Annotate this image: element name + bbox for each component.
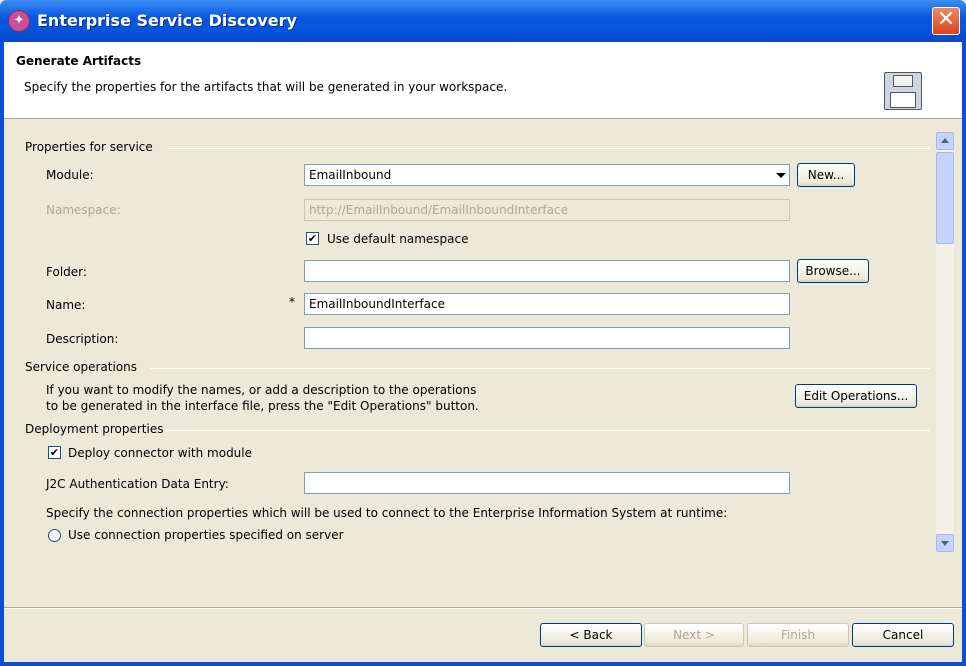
next-button[interactable]: Next > — [644, 623, 744, 647]
window-title: Enterprise Service Discovery — [37, 11, 297, 30]
section-title-deployment: Deployment properties — [25, 422, 164, 436]
use-server-props-label: Use connection properties specified on s… — [68, 528, 344, 542]
edit-operations-button[interactable]: Edit Operations... — [795, 384, 917, 408]
back-button[interactable]: < Back — [540, 623, 642, 647]
deploy-connector-checkbox[interactable]: ✔ — [48, 446, 61, 459]
name-label: Name: — [46, 298, 86, 312]
browse-button[interactable]: Browse... — [797, 259, 869, 283]
use-server-props-radio[interactable] — [48, 529, 61, 542]
section-divider — [168, 148, 930, 149]
use-default-namespace-label: Use default namespace — [327, 232, 469, 246]
footer-divider — [4, 607, 962, 609]
chevron-down-icon[interactable] — [770, 166, 788, 184]
module-label: Module: — [46, 168, 94, 182]
folder-input[interactable] — [304, 260, 790, 282]
scroll-up-button[interactable] — [936, 132, 954, 150]
wizard-content: Properties for service Module: EmailInbo… — [4, 120, 962, 600]
title-bar: ✦ Enterprise Service Discovery ✕ — [0, 0, 966, 42]
new-module-button[interactable]: New... — [797, 163, 855, 187]
close-button[interactable]: ✕ — [932, 7, 960, 35]
page-description: Specify the properties for the artifacts… — [24, 80, 508, 94]
section-title-properties: Properties for service — [25, 140, 153, 154]
deploy-connector-label: Deploy connector with module — [68, 446, 253, 460]
section-divider — [150, 368, 930, 369]
folder-label: Folder: — [46, 265, 87, 279]
wizard-header: Generate Artifacts Specify the propertie… — [4, 42, 962, 119]
required-marker: * — [289, 295, 295, 309]
j2c-label: J2C Authentication Data Entry: — [46, 477, 229, 491]
scroll-down-button[interactable] — [936, 534, 954, 552]
namespace-label: Namespace: — [46, 203, 121, 217]
section-title-service-operations: Service operations — [25, 360, 138, 374]
app-icon: ✦ — [8, 10, 30, 32]
service-operations-text-1: If you want to modify the names, or add … — [46, 383, 477, 397]
floppy-disk-icon — [884, 72, 922, 110]
dialog-window: ✦ Enterprise Service Discovery ✕ Generat… — [0, 0, 966, 666]
j2c-input[interactable] — [304, 472, 790, 494]
name-input[interactable]: EmailInboundInterface — [304, 293, 790, 315]
description-input[interactable] — [304, 327, 790, 349]
use-default-namespace-checkbox[interactable]: ✔ — [306, 232, 319, 245]
service-operations-text-2: to be generated in the interface file, p… — [46, 399, 479, 413]
module-value: EmailInbound — [309, 168, 392, 182]
namespace-input[interactable]: http://EmailInbound/EmailInboundInterfac… — [304, 199, 790, 221]
page-title: Generate Artifacts — [16, 54, 142, 68]
vertical-scrollbar[interactable] — [936, 132, 954, 552]
scroll-thumb[interactable] — [936, 152, 954, 244]
module-combo[interactable]: EmailInbound — [304, 164, 790, 186]
dialog-body: Generate Artifacts Specify the propertie… — [4, 42, 962, 662]
cancel-button[interactable]: Cancel — [852, 623, 954, 647]
description-label: Description: — [46, 332, 119, 346]
connection-properties-text: Specify the connection properties which … — [46, 506, 728, 520]
finish-button[interactable]: Finish — [747, 623, 849, 647]
section-divider — [164, 430, 930, 431]
